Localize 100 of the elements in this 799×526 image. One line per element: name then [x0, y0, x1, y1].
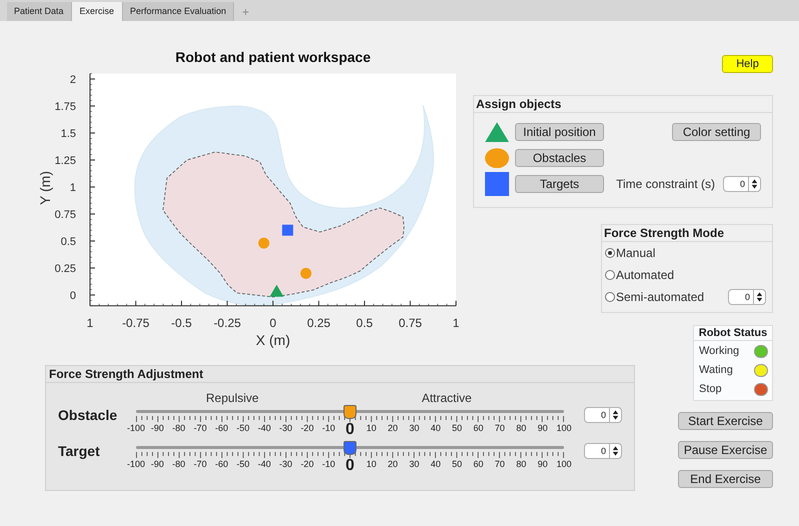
slider-label: Obstacle	[57, 406, 118, 424]
spin-arrows-icon[interactable]	[753, 290, 765, 304]
attractive-label: Attractive	[422, 390, 472, 407]
y-tick-label: 1.25	[54, 155, 76, 167]
scale-label: 30	[408, 422, 420, 435]
radio-button[interactable]	[605, 270, 615, 280]
scale-label: 80	[515, 422, 528, 435]
status-label: Stop	[698, 382, 722, 398]
scale-label: 60	[472, 458, 484, 471]
repulsive-label: Repulsive	[206, 390, 259, 407]
slider-track[interactable]	[136, 405, 564, 419]
scale-label: -10	[321, 422, 336, 435]
spin-arrows-icon[interactable]	[748, 177, 760, 191]
action-button[interactable]: Pause Exercise	[678, 441, 773, 459]
x-tick-label: 0	[270, 316, 276, 330]
status-label: Working	[698, 344, 740, 360]
x-tick-label: 0.5	[356, 316, 373, 330]
scale-label: 20	[386, 458, 399, 471]
x-tick-label: -0.5	[171, 316, 192, 330]
scale-label: 40	[430, 458, 442, 471]
tab[interactable]: Performance Evaluation	[123, 2, 234, 21]
y-tick-label: 0.75	[54, 209, 76, 221]
x-tick-label: -0.75	[122, 316, 150, 330]
scale-label: -90	[150, 422, 165, 435]
scale-label: 80	[515, 458, 528, 471]
x-tick-label: 0.75	[398, 316, 422, 330]
status-label: Wating	[698, 363, 733, 378]
spin-arrows-icon[interactable]	[609, 408, 621, 422]
scale-label: 10	[365, 458, 378, 471]
chart-title: Robot and patient workspace	[175, 49, 371, 65]
slider-track[interactable]	[136, 441, 564, 455]
scale-label: 100	[555, 422, 572, 435]
slider-thumb[interactable]	[344, 405, 356, 419]
scale-label: -100	[126, 422, 146, 435]
panel-title: Robot Status	[694, 326, 772, 341]
number-spinner[interactable]: 0	[723, 176, 761, 192]
x-axis-label: X (m)	[256, 332, 290, 348]
scale-label: -60	[214, 422, 230, 435]
scale-label: -50	[235, 422, 250, 435]
y-tick-label: 1.75	[54, 101, 76, 113]
scale-label: 70	[494, 458, 506, 471]
radio-label: Manual	[616, 245, 656, 262]
scale-label: 0	[344, 458, 356, 474]
action-button[interactable]: Targets	[515, 175, 604, 193]
y-tick-label: 0.5	[60, 236, 76, 248]
radio-label: Semi-automated	[616, 289, 704, 306]
spinner-value: 0	[738, 178, 746, 191]
scale-label: 100	[555, 458, 572, 471]
radio-label: Automated	[616, 267, 674, 284]
help-button[interactable]: Help	[722, 55, 773, 73]
scale-label: 0	[344, 422, 356, 438]
scale-label: -30	[278, 458, 294, 471]
scale-label: 10	[365, 422, 378, 435]
scale-label: 50	[450, 458, 463, 471]
scale-label: -50	[235, 458, 250, 471]
radio-button[interactable]	[605, 292, 615, 302]
slider-label: Target	[57, 442, 101, 460]
scale-label: -80	[171, 422, 186, 435]
y-axis-label: Y (m)	[40, 171, 53, 205]
tab[interactable]: Patient Data	[7, 2, 72, 21]
panel-title: Force Strength Adjustment	[46, 366, 634, 383]
y-tick-label: 1	[70, 182, 76, 194]
panel-title: Force Strength Mode	[602, 225, 772, 242]
scale-label: -20	[300, 458, 315, 471]
spin-arrows-icon[interactable]	[609, 444, 621, 458]
scale-label: 60	[472, 422, 484, 435]
scale-label: 20	[386, 422, 399, 435]
slider-thumb[interactable]	[344, 441, 356, 455]
spinner-value: 0	[600, 409, 607, 422]
scale-label: 90	[536, 422, 549, 435]
scale-label: -40	[256, 458, 272, 471]
spinner-value: 0	[600, 445, 607, 458]
number-spinner[interactable]: 0	[584, 407, 622, 423]
y-tick-label: 0.25	[54, 263, 76, 275]
action-button[interactable]: Initial position	[515, 123, 604, 141]
action-button[interactable]: Start Exercise	[678, 412, 773, 430]
tab[interactable]: Exercise	[72, 2, 124, 21]
scale-label: -100	[126, 458, 146, 471]
y-tick-label: 0	[70, 290, 76, 302]
x-tick-label: -0.25	[214, 316, 241, 330]
scale-label: -10	[321, 458, 336, 471]
action-button[interactable]: Obstacles	[515, 149, 604, 167]
y-tick-label: 1.5	[60, 128, 76, 140]
number-spinner[interactable]: 0	[584, 443, 622, 459]
action-button[interactable]: End Exercise	[678, 470, 773, 488]
scale-label: -20	[300, 422, 315, 435]
y-tick-label: 2	[70, 74, 76, 86]
radio-button[interactable]	[605, 248, 615, 258]
scale-label: 50	[450, 422, 463, 435]
time-constraint-label: Time constraint (s)	[616, 176, 715, 193]
scale-label: -60	[214, 458, 230, 471]
scale-label: 30	[408, 458, 420, 471]
spinner-value: 0	[744, 291, 751, 304]
scale-label: -90	[150, 458, 165, 471]
number-spinner[interactable]: 0	[728, 289, 766, 305]
x-tick-label: 1	[452, 316, 460, 330]
x-tick-label: 1	[86, 316, 94, 330]
scale-label: -30	[278, 422, 294, 435]
scale-label: -70	[192, 458, 208, 471]
action-button[interactable]: Color setting	[672, 123, 761, 141]
